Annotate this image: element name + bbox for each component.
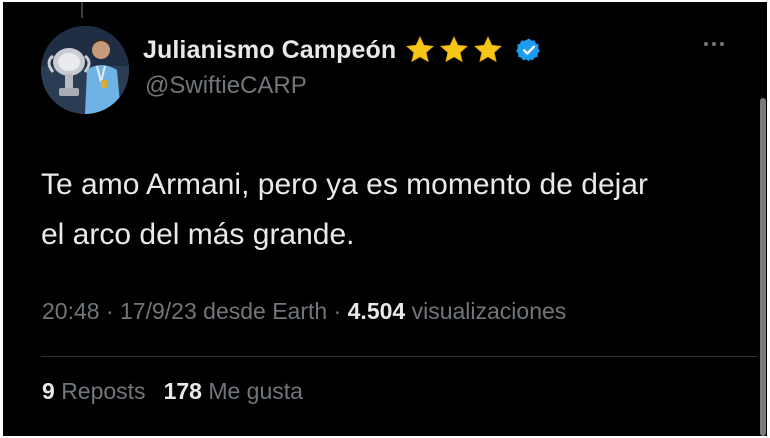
author-name-row: Julianismo Campeón — [143, 30, 542, 70]
dot-icon — [712, 42, 716, 46]
scrollbar[interactable] — [760, 98, 766, 436]
verified-badge-icon[interactable] — [516, 37, 542, 63]
tweet-time[interactable]: 20:48 — [42, 298, 100, 324]
star-icon — [404, 34, 436, 66]
dot-icon — [720, 42, 724, 46]
likes-stat[interactable]: 178 Me gusta — [164, 378, 303, 405]
tweet-stats: 9 Reposts 178 Me gusta — [42, 378, 303, 405]
author-handle[interactable]: @SwiftieCARP — [145, 72, 307, 100]
star-badges — [404, 34, 504, 66]
separator: · — [105, 298, 121, 324]
views-count: 4.504 — [347, 298, 406, 324]
avatar[interactable] — [41, 26, 129, 114]
tweet-text: Te amo Armani, pero ya es momento de dej… — [41, 168, 648, 251]
reposts-stat[interactable]: 9 Reposts — [42, 378, 146, 405]
author-display-name[interactable]: Julianismo Campeón — [143, 36, 396, 65]
star-icon — [438, 34, 470, 66]
reposts-count: 9 — [42, 378, 55, 404]
tweet-meta: 20:48 · 17/9/23 desde Earth · 4.504 visu… — [42, 298, 566, 325]
reposts-label: Reposts — [61, 378, 146, 404]
tweet-source: desde Earth — [203, 298, 328, 324]
views-label: visualizaciones — [411, 298, 567, 324]
dot-icon — [704, 42, 708, 46]
star-icon — [472, 34, 504, 66]
likes-label: Me gusta — [208, 378, 303, 404]
tweet-date[interactable]: 17/9/23 — [120, 298, 197, 324]
divider — [41, 356, 757, 357]
separator: · — [333, 298, 348, 324]
likes-count: 178 — [163, 378, 202, 404]
thread-line — [81, 2, 83, 18]
more-options-icon[interactable] — [704, 42, 724, 46]
tweet-card: Julianismo Campeón @SwiftieCARP Te amo A… — [3, 2, 767, 436]
